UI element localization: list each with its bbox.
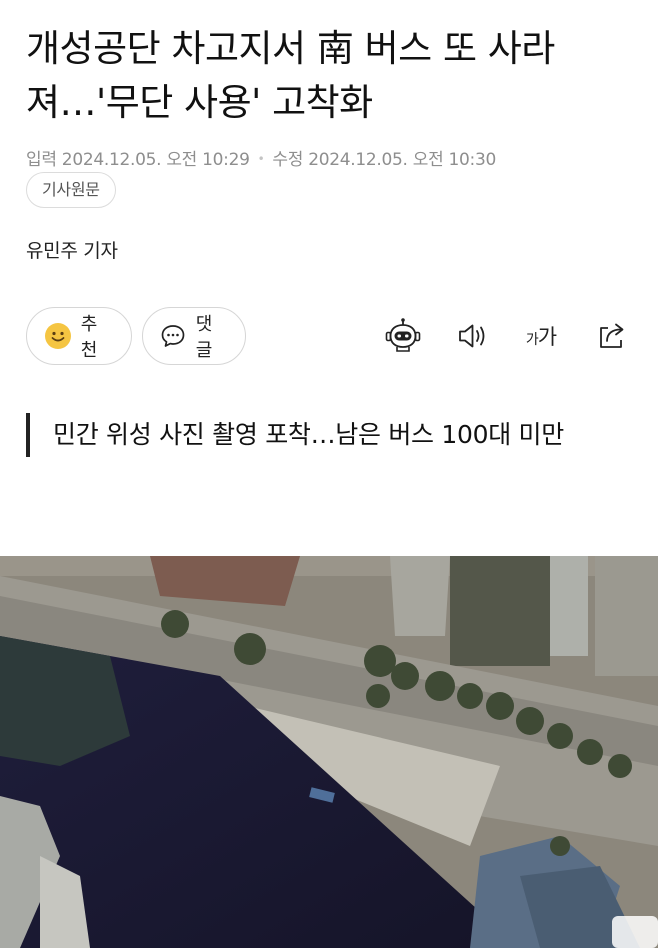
font-size-small-glyph: 가: [525, 332, 539, 348]
speaker-icon: [459, 324, 485, 348]
share-icon: [600, 323, 624, 348]
summary-robot-button[interactable]: [383, 314, 423, 358]
article-subheading: 민간 위성 사진 촬영 포착…남은 버스 100대 미만: [26, 413, 626, 457]
original-article-button[interactable]: 기사원문: [26, 172, 116, 208]
share-button[interactable]: [592, 314, 632, 358]
font-size-icon: 가가: [525, 321, 557, 351]
text-to-speech-button[interactable]: [452, 314, 492, 358]
satellite-photo: [0, 556, 658, 948]
font-size-button[interactable]: 가가: [519, 314, 563, 358]
modified-label: 수정: [272, 150, 304, 170]
article-headline: 개성공단 차고지서 南 버스 또 사라져…'무단 사용' 고착화: [26, 27, 555, 124]
reporter-name[interactable]: 유민주 기자: [26, 236, 118, 263]
smiley-icon: [43, 321, 73, 351]
comment-label: 댓글: [195, 314, 213, 361]
input-time: 2024.12.05. 오전 10:29: [61, 150, 250, 170]
article-meta: 입력 2024.12.05. 오전 10:29 • 수정 2024.12.05. 오…: [26, 145, 496, 170]
separator-dot-icon: •: [257, 152, 265, 166]
recommend-label: 추천: [80, 314, 98, 361]
font-size-large-glyph: 가: [537, 325, 557, 349]
recommend-button[interactable]: 추천: [26, 307, 132, 365]
comment-bubble-icon: [159, 321, 188, 351]
robot-icon: [385, 318, 421, 352]
input-label: 입력: [26, 150, 57, 170]
modified-time: 2024.12.05. 오전 10:30: [308, 150, 497, 170]
comment-button[interactable]: 댓글: [142, 307, 246, 365]
